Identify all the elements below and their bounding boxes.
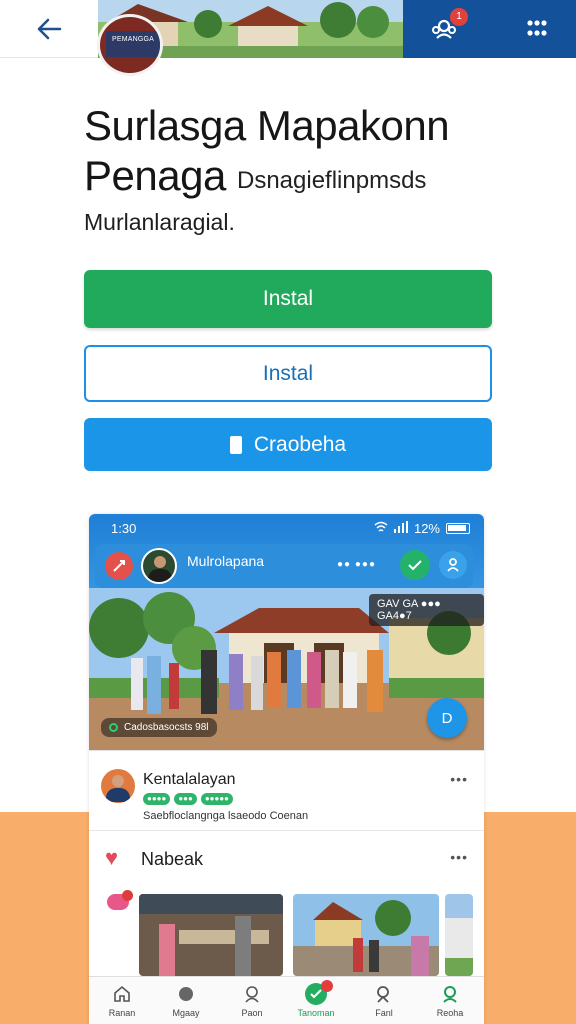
post-card[interactable]: Kentalalayan ●●●● ●●● ●●●●● Saebfloclang… xyxy=(89,750,484,830)
search-icon xyxy=(373,983,395,1005)
nav-label: Fanl xyxy=(375,1008,393,1018)
nav-label: Tanoman xyxy=(297,1008,335,1018)
gallery-thumbnail[interactable] xyxy=(139,894,283,976)
nav-label: Mgaay xyxy=(172,1008,200,1018)
phone-icon xyxy=(229,435,242,454)
wifi-icon xyxy=(374,521,388,536)
photo-gallery xyxy=(89,886,484,976)
more-options-icon[interactable]: ••• xyxy=(450,849,468,865)
more-options-icon[interactable]: ••• xyxy=(450,771,468,787)
top-bar: 1 PEMANGGA xyxy=(0,0,576,76)
section-title: Nabeak xyxy=(141,849,204,869)
nav-label: Reoha xyxy=(436,1008,464,1018)
chat-icon xyxy=(107,890,133,910)
app-preview: 1:30 12% Mulrolapana ●● ●●● GAV GA ●●● G… xyxy=(89,514,484,1024)
check-icon[interactable] xyxy=(400,550,430,580)
globe-icon xyxy=(175,983,197,1005)
profile-icon xyxy=(439,983,461,1005)
home-icon xyxy=(111,983,133,1005)
battery-icon xyxy=(446,523,470,534)
install-outline-label: Instal xyxy=(262,361,314,385)
gallery-thumbnail[interactable] xyxy=(293,894,439,976)
preview-header-area: 1:30 12% Mulrolapana ●● ●●● GAV GA ●●● G… xyxy=(89,514,484,750)
status-time: 1:30 xyxy=(111,521,137,536)
preview-header-meta: ●● ●●● xyxy=(337,559,376,570)
status-bar-icons: 12% xyxy=(374,521,470,536)
install-button-label: Instal xyxy=(262,287,314,310)
photo-caption: Cadosbasocsts 98l xyxy=(101,718,217,737)
post-tags: ●●●● ●●● ●●●●● xyxy=(143,793,233,805)
battery-percent: 12% xyxy=(413,521,440,536)
open-app-button[interactable]: Craobeha xyxy=(84,418,492,471)
notification-badge: 1 xyxy=(450,8,468,26)
signal-icon xyxy=(393,521,408,536)
post-text: Saebfloclangnga lsaeodo Coenan xyxy=(143,810,309,822)
page-title-line2: Penaga xyxy=(84,152,226,199)
favorites-section: ♥ Nabeak ••• xyxy=(89,830,484,886)
install-button[interactable]: Instal xyxy=(84,270,492,328)
gallery-thumbnail[interactable] xyxy=(445,894,473,976)
user-icon[interactable] xyxy=(439,551,467,579)
nav-item-home[interactable]: Ranan xyxy=(95,983,149,1018)
nav-item-people[interactable]: Paon xyxy=(225,983,279,1018)
preview-app-header: Mulrolapana ●● ●●● xyxy=(95,544,473,588)
page-title: Surlasga Mapakonn xyxy=(84,102,450,149)
grid-icon xyxy=(527,20,547,36)
back-button[interactable] xyxy=(0,0,98,58)
page-subtitle: Murlanlaragial. xyxy=(84,209,235,235)
app-logo: PEMANGGA xyxy=(97,14,163,76)
post-tag: ●●●●● xyxy=(200,793,233,805)
floating-action-button[interactable]: D xyxy=(427,698,467,738)
logo-text: PEMANGGA xyxy=(111,36,155,43)
fab-label: D xyxy=(441,709,453,727)
status-dot-icon xyxy=(109,723,118,732)
arrow-left-icon xyxy=(37,18,62,39)
post-author: Kentalalayan xyxy=(143,771,236,788)
title-caption: Dsnagieflinpmsds xyxy=(237,167,427,194)
nav-item-active[interactable]: Tanoman xyxy=(289,980,343,1018)
heart-icon: ♥ xyxy=(105,845,119,870)
avatar[interactable] xyxy=(141,548,177,584)
nav-label: Ranan xyxy=(108,1008,136,1018)
post-tag: ●●● xyxy=(174,793,197,805)
people-icon xyxy=(241,983,263,1005)
bottom-navigation: Ranan Mgaay Paon Tanoman Fanl Reoha xyxy=(89,976,484,1024)
preview-user-name: Mulrolapana xyxy=(187,553,265,569)
post-tag: ●●●● xyxy=(143,793,171,805)
avatar[interactable] xyxy=(101,769,135,803)
photo-caption-text: Cadosbasocsts 98l xyxy=(124,722,209,733)
install-outline-button[interactable]: Instal xyxy=(84,345,492,402)
photo-tag: GAV GA ●●● GA4●7 xyxy=(369,594,484,626)
shuffle-icon[interactable] xyxy=(105,552,133,580)
nav-item-explore[interactable]: Mgaay xyxy=(159,983,213,1018)
nav-label: Paon xyxy=(241,1008,263,1018)
menu-button[interactable] xyxy=(516,9,558,49)
open-app-label: Craobeha xyxy=(253,432,347,456)
nav-badge xyxy=(321,980,333,992)
nav-item-search[interactable]: Fanl xyxy=(357,983,411,1018)
nav-item-profile[interactable]: Reoha xyxy=(423,983,477,1018)
